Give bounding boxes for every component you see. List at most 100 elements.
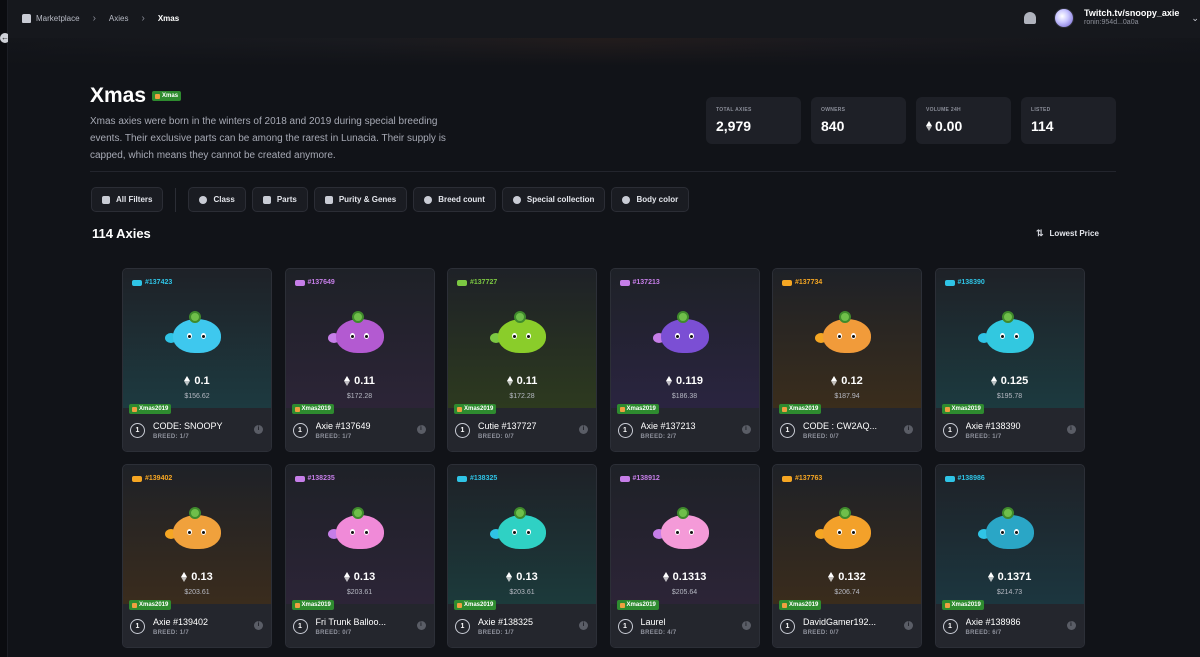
card-info: Xmas2019 1 Fri Trunk Balloo... BREED: 0/… xyxy=(285,600,434,647)
breadcrumb-marketplace[interactable]: Marketplace xyxy=(22,14,80,23)
axie-breed: BREED: 2/7 xyxy=(640,434,677,440)
info-icon[interactable]: i xyxy=(741,425,751,434)
info-icon[interactable]: i xyxy=(1066,425,1076,434)
info-icon[interactable]: i xyxy=(904,425,913,434)
axie-card[interactable]: #138912 0.1313 $205.64 Xmas2019 1 Laurel… xyxy=(609,464,760,648)
info-icon[interactable]: i xyxy=(741,621,751,630)
card-price: 0.13 $203.61 xyxy=(286,569,434,596)
axie-eye xyxy=(512,529,517,535)
breed-count-badge: 1 xyxy=(780,619,795,634)
breed-count-badge: 1 xyxy=(130,619,145,634)
card-preview: #137649 0.11 $172.28 xyxy=(285,269,434,408)
xmas-badge: Xmas2019 xyxy=(779,404,822,414)
axie-id: #137213 xyxy=(619,279,660,286)
all-filters-button[interactable]: All Filters xyxy=(91,187,164,212)
card-price: 0.12 $187.94 xyxy=(773,373,921,400)
axie-image xyxy=(327,309,390,355)
sliders-icon xyxy=(102,195,110,204)
xmas-badge: Xmas2019 xyxy=(129,600,172,610)
axie-horn xyxy=(839,311,851,323)
axie-card[interactable]: #137423 0.1 $156.62 Xmas2019 1 CODE: SNO… xyxy=(122,268,272,452)
collection-description: Xmas axies were born in the winters of 2… xyxy=(90,116,446,161)
card-info: Xmas2019 1 Laurel BREED: 4/7 i xyxy=(610,600,759,647)
axie-card[interactable]: #139402 0.13 $203.61 Xmas2019 1 Axie #13… xyxy=(122,464,272,648)
stat-listed: LISTED 114 xyxy=(1021,97,1116,144)
axie-id: #137649 xyxy=(294,279,335,286)
axie-horn xyxy=(1001,507,1014,519)
reptile-class-icon xyxy=(619,475,630,482)
top-bar xyxy=(8,0,1200,38)
axie-breed: BREED: 0/7 xyxy=(803,630,840,636)
card-preview: #137213 0.119 $186.38 xyxy=(610,269,759,408)
axie-eye xyxy=(526,529,531,535)
sort-dropdown[interactable]: ⇅ Lowest Price xyxy=(1036,228,1099,239)
info-icon[interactable]: i xyxy=(416,425,426,434)
axie-card[interactable]: #138235 0.13 $203.61 Xmas2019 1 Fri Trun… xyxy=(284,464,435,648)
axie-card[interactable]: #137649 0.11 $172.28 Xmas2019 1 Axie #13… xyxy=(284,268,435,452)
xmas-badge-icon xyxy=(132,602,137,608)
filter-purity-button[interactable]: Purity & Genes xyxy=(313,187,408,212)
info-icon[interactable]: i xyxy=(904,621,913,630)
eth-icon xyxy=(666,376,673,386)
palette-icon xyxy=(622,195,631,204)
axie-card[interactable]: #137727 0.11 $172.28 Xmas2019 1 Cutie #1… xyxy=(447,268,597,452)
card-preview: #137734 0.12 $187.94 xyxy=(773,269,921,408)
axie-eye xyxy=(837,333,842,339)
axie-name: CODE: SNOOPY xyxy=(153,421,223,431)
info-icon[interactable]: i xyxy=(579,621,588,630)
axie-name: Axie #139402 xyxy=(153,617,209,627)
axie-body xyxy=(985,515,1034,549)
axie-card[interactable]: #137763 0.132 $206.74 Xmas2019 1 DavidGa… xyxy=(772,464,922,648)
card-price: 0.11 $172.28 xyxy=(286,373,434,400)
filter-parts-button[interactable]: Parts xyxy=(251,187,308,212)
avatar[interactable] xyxy=(1054,8,1074,28)
xmas-badge-icon xyxy=(782,602,787,608)
axie-breed: BREED: 6/7 xyxy=(965,630,1002,636)
axie-eye xyxy=(349,529,355,535)
xmas-badge: Xmas2019 xyxy=(941,404,984,414)
card-info: Xmas2019 1 Axie #139402 BREED: 1/7 i xyxy=(123,600,271,647)
axie-horn xyxy=(839,507,851,519)
axie-horn xyxy=(514,311,526,323)
axie-breed: BREED: 0/7 xyxy=(478,434,515,440)
page-title: Xmas xyxy=(90,84,147,107)
axie-id: #137423 xyxy=(132,279,172,286)
breadcrumb-axies[interactable]: Axies xyxy=(109,14,129,23)
card-info: Xmas2019 1 Axie #138986 BREED: 6/7 i xyxy=(935,600,1084,647)
xmas-badge: Xmas2019 xyxy=(454,600,497,610)
info-icon[interactable]: i xyxy=(416,621,426,630)
xmas-badge: Xmas2019 xyxy=(616,404,659,414)
filter-class-button[interactable]: Class xyxy=(188,187,246,212)
card-preview: #138325 0.13 $203.61 xyxy=(448,465,596,604)
axie-breed: BREED: 1/7 xyxy=(478,630,515,636)
beast-class-icon xyxy=(782,279,792,286)
info-icon[interactable]: i xyxy=(579,425,588,434)
eth-icon xyxy=(662,572,669,582)
filter-breed-count-button[interactable]: Breed count xyxy=(413,187,496,212)
card-price: 0.13 $203.61 xyxy=(123,569,271,596)
title-row: Xmas Xmas xyxy=(90,84,182,108)
axie-card[interactable]: #137734 0.12 $187.94 Xmas2019 1 CODE : C… xyxy=(772,268,922,452)
axie-card[interactable]: #138390 0.125 $195.78 Xmas2019 1 Axie #1… xyxy=(934,268,1085,452)
filter-special-collection-button[interactable]: Special collection xyxy=(501,187,606,212)
info-icon[interactable]: i xyxy=(1066,621,1076,630)
egg-icon xyxy=(424,195,433,204)
info-icon[interactable]: i xyxy=(254,425,263,434)
axie-image xyxy=(815,505,877,551)
eth-icon xyxy=(831,376,838,386)
account-menu[interactable]: Twitch.tv/snoopy_axie ronin:954d...0a0a … xyxy=(1024,8,1199,28)
axie-id: #137734 xyxy=(782,279,822,286)
axie-name: Axie #138325 xyxy=(478,617,534,627)
axie-body xyxy=(173,515,221,549)
card-info: Xmas2019 1 Axie #138390 BREED: 1/7 i xyxy=(935,404,1084,451)
chevron-down-icon[interactable]: ⌄ xyxy=(1191,13,1199,24)
axie-card[interactable]: #137213 0.119 $186.38 Xmas2019 1 Axie #1… xyxy=(609,268,760,452)
info-icon[interactable]: i xyxy=(254,621,263,630)
axie-card[interactable]: #138986 0.1371 $214.73 Xmas2019 1 Axie #… xyxy=(934,464,1085,648)
notification-bell-icon[interactable] xyxy=(1024,12,1036,24)
axie-grid: #137423 0.1 $156.62 Xmas2019 1 CODE: SNO… xyxy=(122,268,1085,648)
aquatic-class-icon xyxy=(132,279,142,286)
xmas-badge: Xmas2019 xyxy=(941,600,984,610)
axie-card[interactable]: #138325 0.13 $203.61 Xmas2019 1 Axie #13… xyxy=(447,464,597,648)
filter-body-color-button[interactable]: Body color xyxy=(611,187,690,212)
